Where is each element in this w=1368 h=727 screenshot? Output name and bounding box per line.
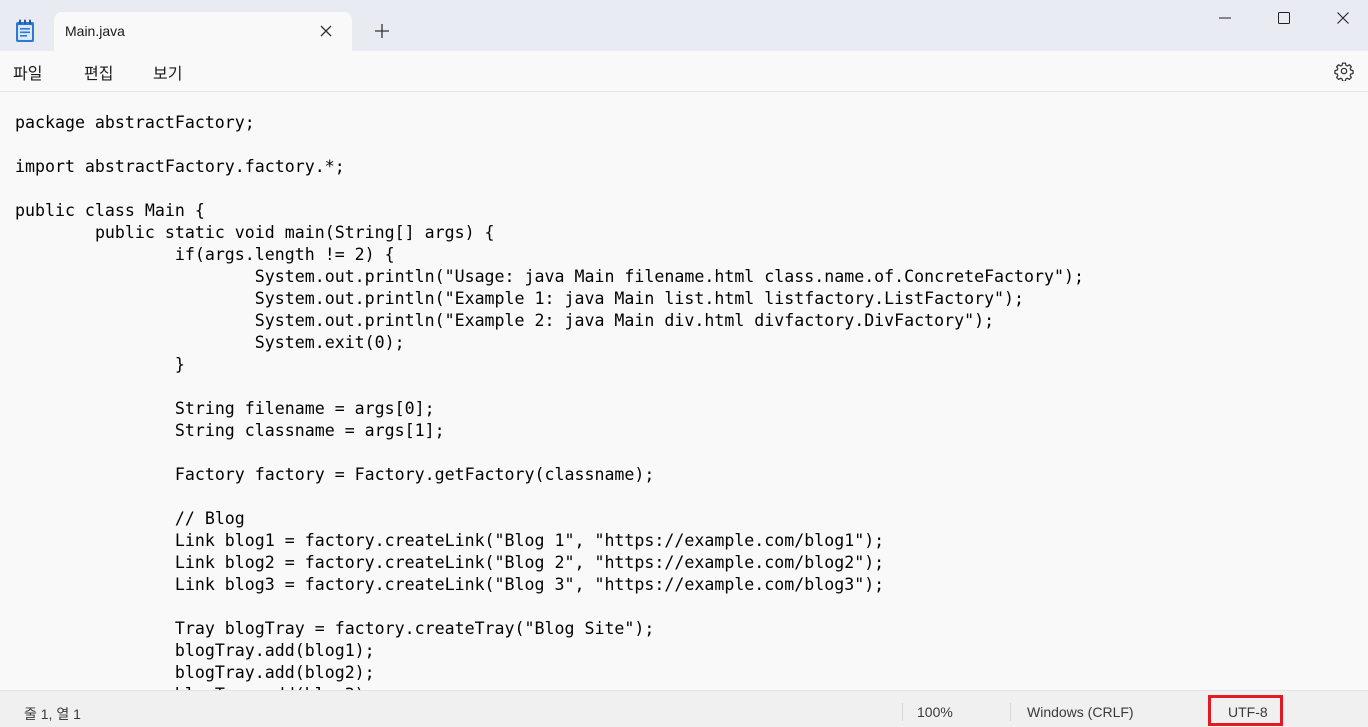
line-ending[interactable]: Windows (CRLF): [1027, 704, 1134, 720]
maximize-icon: [1278, 12, 1290, 24]
code-line: System.out.println("Example 2: java Main…: [15, 311, 995, 330]
minimize-icon: [1219, 17, 1231, 19]
encoding[interactable]: UTF-8: [1228, 704, 1268, 720]
status-bar: 줄 1, 열 1 100% Windows (CRLF) UTF-8: [0, 690, 1368, 727]
code-line: }: [15, 355, 185, 374]
editor-content[interactable]: package abstractFactory;​import abstract…: [15, 112, 1084, 690]
code-line: System.out.println("Usage: java Main fil…: [15, 267, 1084, 286]
text-editor[interactable]: package abstractFactory;​import abstract…: [0, 92, 1368, 690]
code-line: ​: [15, 376, 1084, 398]
tab-main-java[interactable]: Main.java: [54, 12, 352, 51]
tab-title: Main.java: [65, 23, 125, 39]
code-line: Link blog1 = factory.createLink("Blog 1"…: [15, 531, 885, 550]
plus-icon[interactable]: [374, 23, 390, 39]
title-bar: Main.java: [0, 0, 1368, 51]
code-line: Link blog3 = factory.createLink("Blog 3"…: [15, 575, 885, 594]
minimize-button[interactable]: [1196, 0, 1254, 36]
code-line: if(args.length != 2) {: [15, 245, 395, 264]
code-line: ​: [15, 596, 1084, 618]
menu-edit[interactable]: 편집: [84, 60, 113, 84]
menu-bar: 파일 편집 보기: [0, 51, 1368, 92]
code-line: System.out.println("Example 1: java Main…: [15, 289, 1025, 308]
close-window-button[interactable]: [1314, 0, 1368, 36]
zoom-level[interactable]: 100%: [917, 704, 953, 720]
gear-icon[interactable]: [1334, 61, 1354, 81]
code-line: Factory factory = Factory.getFactory(cla…: [15, 465, 655, 484]
cursor-position: 줄 1, 열 1: [24, 706, 81, 722]
code-line: ​: [15, 442, 1084, 464]
maximize-button[interactable]: [1255, 0, 1313, 36]
code-line: public static void main(String[] args) {: [15, 223, 495, 242]
code-line: blogTray.add(blog2);: [15, 663, 375, 682]
code-line: Link blog2 = factory.createLink("Blog 2"…: [15, 553, 885, 572]
code-line: Tray blogTray = factory.createTray("Blog…: [15, 619, 655, 638]
code-line: // Blog: [15, 509, 245, 528]
menu-view[interactable]: 보기: [153, 60, 182, 84]
status-divider: [1010, 703, 1011, 721]
notepad-icon: [16, 19, 34, 42]
code-line: ​: [15, 134, 1084, 156]
close-icon[interactable]: [319, 24, 333, 38]
code-line: ​: [15, 486, 1084, 508]
code-line: System.exit(0);: [15, 333, 405, 352]
code-line: public class Main {: [15, 201, 205, 220]
code-line: package abstractFactory;: [15, 113, 255, 132]
status-divider: [902, 703, 903, 721]
code-line: String filename = args[0];: [15, 399, 435, 418]
code-line: import abstractFactory.factory.*;: [15, 157, 345, 176]
code-line: String classname = args[1];: [15, 421, 445, 440]
menu-file[interactable]: 파일: [13, 60, 42, 84]
close-icon: [1337, 12, 1349, 24]
code-line: ​: [15, 178, 1084, 200]
code-line: blogTray.add(blog1);: [15, 641, 375, 660]
